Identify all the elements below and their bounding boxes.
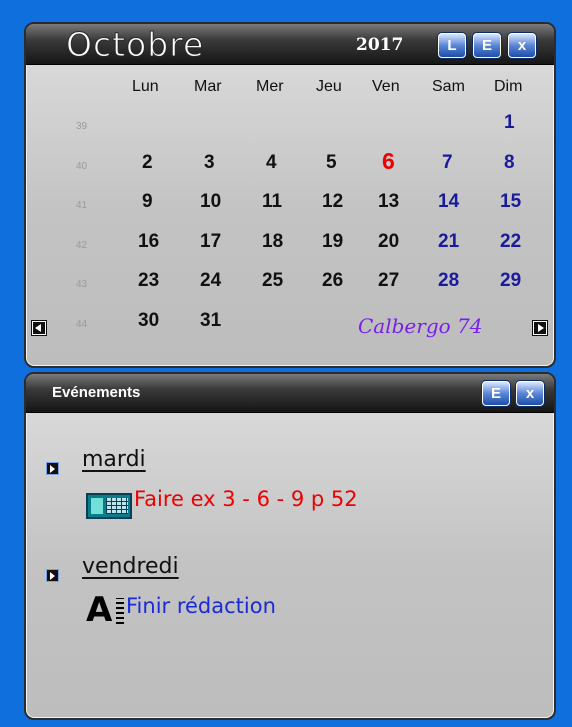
day-cell[interactable]: 4 <box>266 152 277 174</box>
weekday-label: Mer <box>256 78 284 95</box>
day-cell[interactable]: 31 <box>200 310 221 332</box>
weekday-label: Lun <box>132 78 159 95</box>
day-cell[interactable]: 13 <box>378 191 399 213</box>
calculator-icon <box>86 493 132 519</box>
event-text[interactable]: Finir rédaction <box>126 594 276 618</box>
e-button[interactable]: E <box>473 33 501 58</box>
weekday-label: Dim <box>494 78 523 95</box>
day-cell[interactable]: 15 <box>500 191 521 213</box>
day-cell[interactable]: 14 <box>438 191 459 213</box>
week-number: 40 <box>76 160 88 172</box>
day-cell[interactable]: 25 <box>262 270 283 292</box>
weekday-label: Sam <box>432 78 465 95</box>
day-cell[interactable]: 2 <box>142 152 153 174</box>
day-cell[interactable]: 5 <box>326 152 337 174</box>
day-cell[interactable]: 23 <box>138 270 159 292</box>
calendar-titlebar[interactable]: Octobre 2017 L E x <box>26 24 554 65</box>
day-cell[interactable]: 20 <box>378 231 399 253</box>
day-cell[interactable]: 29 <box>500 270 521 292</box>
day-cell[interactable]: 9 <box>142 191 153 213</box>
expand-arrow-icon[interactable] <box>46 462 59 475</box>
events-e-button[interactable]: E <box>482 381 510 406</box>
week-number: 42 <box>76 239 88 251</box>
day-cell[interactable]: 17 <box>200 231 221 253</box>
day-cell[interactable]: 24 <box>200 270 221 292</box>
events-titlebar[interactable]: Evénements E x <box>26 374 554 413</box>
weekday-label: Mar <box>194 78 222 95</box>
expand-arrow-icon[interactable] <box>46 569 59 582</box>
weekday-label: Jeu <box>316 78 342 95</box>
events-title: Evénements <box>52 384 141 401</box>
events-close-button[interactable]: x <box>516 381 544 406</box>
day-cell[interactable]: 3 <box>204 152 215 174</box>
next-month-button[interactable] <box>533 321 547 335</box>
day-cell[interactable]: 16 <box>138 231 159 253</box>
year-label: 2017 <box>356 35 404 55</box>
month-title: Octobre <box>65 25 205 65</box>
day-cell[interactable]: 8 <box>504 152 515 174</box>
week-number: 41 <box>76 200 88 211</box>
day-cell[interactable]: 18 <box>262 231 283 253</box>
day-cell[interactable]: 19 <box>322 231 343 253</box>
events-widget: Evénements E x mardi Faire ex 3 - 6 - 9 … <box>24 372 556 720</box>
day-cell[interactable]: 21 <box>438 231 459 253</box>
day-cell[interactable]: 28 <box>438 270 459 292</box>
day-cell[interactable]: 11 <box>262 191 282 213</box>
week-number: 39 <box>76 121 88 132</box>
weekday-label: Ven <box>372 78 400 95</box>
day-cell[interactable]: 10 <box>200 191 221 213</box>
close-button[interactable]: x <box>508 33 536 58</box>
calendar-widget: Octobre 2017 L E x Lun Mar Mer Jeu Ven Sam Dim… <box>24 22 556 368</box>
day-cell[interactable]: 27 <box>378 270 399 292</box>
event-day[interactable]: vendredi <box>82 554 179 579</box>
week-number: 43 <box>76 279 88 290</box>
day-cell[interactable]: 26 <box>322 270 343 292</box>
previous-month-button[interactable] <box>32 321 46 335</box>
day-cell-today[interactable]: 6 <box>382 148 395 175</box>
day-cell[interactable]: 22 <box>500 231 521 253</box>
day-cell[interactable]: 7 <box>442 152 453 174</box>
day-cell[interactable]: 12 <box>322 191 343 213</box>
event-day[interactable]: mardi <box>82 447 146 472</box>
l-button[interactable]: L <box>438 33 466 58</box>
day-cell[interactable]: 30 <box>138 310 159 332</box>
week-number: 44 <box>76 318 88 330</box>
signature-label: Calbergo 74 <box>358 314 483 338</box>
event-text[interactable]: Faire ex 3 - 6 - 9 p 52 <box>134 487 358 511</box>
day-cell[interactable]: 1 <box>504 112 515 134</box>
